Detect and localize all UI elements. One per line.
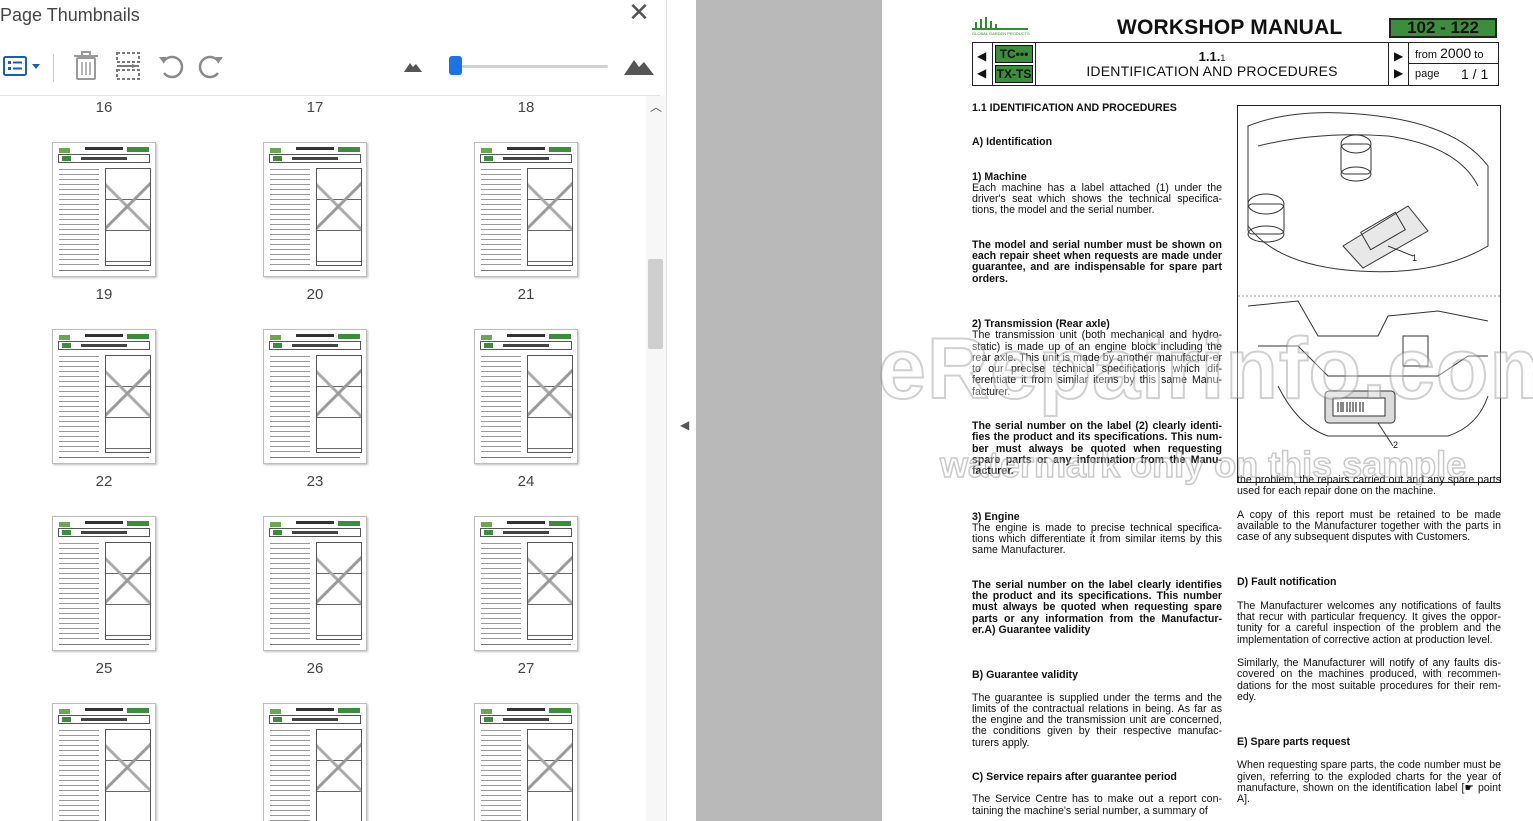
page-number-label: 22 [95, 473, 113, 490]
zoom-out-thumbnails-button[interactable] [400, 46, 426, 86]
spare-parts-text: When requesting spare parts, the code nu… [1237, 759, 1501, 806]
page-thumbnail[interactable] [263, 142, 367, 277]
close-panel-button[interactable]: ✕ [628, 0, 650, 25]
arrow-left-icon: ◀ [977, 66, 987, 80]
left-arrows: ◀ ◀ [973, 43, 993, 85]
page-number-label: 20 [306, 286, 324, 303]
scroll-up-icon[interactable]: ︿ [649, 100, 663, 114]
chapter-heading: 1.1 IDENTIFICATION AND PROCEDURES [972, 102, 1177, 114]
transmission-note: The serial number on the label (2) clear… [972, 420, 1222, 478]
model-tag-tx: TX-TS [995, 65, 1033, 83]
page-thumbnail[interactable] [52, 703, 156, 821]
delete-pages-button[interactable] [70, 46, 102, 86]
spare-parts-heading: E) Spare parts request [1237, 736, 1351, 749]
page-thumbnail[interactable] [263, 516, 367, 651]
page-indicator: page 1 / 1 [1415, 66, 1489, 82]
manual-title: WORKSHOP MANUAL [1117, 16, 1343, 39]
arrow-right-icon: ▶ [1394, 66, 1404, 80]
guarantee-heading: B) Guarantee validity [972, 669, 1078, 682]
insert-pages-icon [116, 52, 140, 80]
pdf-viewer: Page Thumbnails ✕ 16 17 18 19 20 21 22 2… [0, 0, 1533, 821]
right-arrows: ▶ ▶ [1389, 43, 1409, 85]
thumbnail-size-slider[interactable] [452, 65, 608, 68]
logo-text: GLOBAL GARDEN PRODUCTS [972, 31, 1030, 36]
collapse-panel-icon[interactable]: ◀ [680, 418, 689, 432]
identification-figure: 1 2 [1237, 105, 1501, 483]
fault-notification-text: The Manufacturer welcomes any notificati… [1237, 599, 1501, 646]
page-number-label: 27 [517, 660, 535, 677]
insert-pages-button[interactable] [112, 46, 144, 86]
page-thumbnail[interactable] [52, 329, 156, 464]
left-text-column: 1.1 IDENTIFICATION AND PROCEDURES A) Ide… [972, 102, 1222, 817]
thumbnail-list[interactable]: 16 17 18 19 20 21 22 23 24 25 26 27 [0, 96, 646, 821]
figure-label-2: 2 [1393, 440, 1398, 450]
page-thumbnail[interactable] [263, 329, 367, 464]
arrow-left-icon: ◀ [977, 49, 987, 63]
report-continued-text: the problem, the repairs carried out and… [1237, 474, 1501, 498]
rotate-counterclockwise-button[interactable] [154, 46, 186, 86]
page-number-label: 19 [95, 286, 113, 303]
page-thumbnail[interactable] [474, 142, 578, 277]
page-number-label: 18 [517, 99, 535, 116]
rotate-left-icon [159, 55, 184, 79]
report-copy-text: A copy of this report must be retained t… [1237, 508, 1501, 544]
guarantee-text: The guarantee is supplied under the term… [972, 691, 1222, 749]
toolbar-separator [53, 54, 54, 82]
fault-notification-heading: D) Fault notification [1237, 576, 1337, 589]
page-thumbnail[interactable] [474, 703, 578, 821]
transmission-text: The transmission unit (both mechanical a… [972, 329, 1222, 398]
panel-title: Page Thumbnails [0, 5, 140, 25]
page-number-label: 24 [517, 473, 535, 490]
document-canvas-background [696, 0, 882, 821]
identification-heading: A) Identification [972, 136, 1053, 149]
engine-text: The engine is made to precise technical … [972, 521, 1222, 557]
page-number-label: 21 [517, 286, 535, 303]
large-mountain-icon [624, 60, 654, 75]
right-text-column: the problem, the repairs carried out and… [1237, 474, 1501, 806]
model-range-badge: 102 - 122 [1389, 18, 1497, 38]
scrollbar-thumb[interactable] [648, 259, 663, 349]
model-tag-tc: TC••• [995, 45, 1033, 63]
thumbnail-options-icon [3, 56, 40, 76]
figure-label-1: 1 [1412, 253, 1417, 263]
section-name: IDENTIFICATION AND PROCEDURES [1086, 63, 1338, 79]
page-number-label: 25 [95, 660, 113, 677]
section-header-box: ◀ ◀ TC••• TX-TS 1.1.1 IDENTIFICATION AND… [972, 42, 1499, 86]
machine-text: Each machine has a label attached (1) un… [972, 181, 1222, 217]
page-thumbnail[interactable] [474, 516, 578, 651]
zoom-in-thumbnails-button[interactable] [622, 46, 656, 86]
page-number-label: 23 [306, 473, 324, 490]
page-number-label: 16 [95, 99, 113, 116]
document-page: GLOBAL GARDEN PRODUCTS WORKSHOP MANUAL 1… [882, 0, 1533, 821]
page-thumbnail[interactable] [52, 516, 156, 651]
engine-note: The serial number on the label clearly i… [972, 578, 1222, 636]
fault-notification-text-2: Similarly, the Manufacturer will notify … [1237, 656, 1501, 703]
machine-note: The model and serial number must be show… [972, 238, 1222, 285]
section-title-cell: 1.1.1 IDENTIFICATION AND PROCEDURES [1035, 43, 1389, 85]
service-repairs-text: The Service Centre has to make out a rep… [972, 793, 1222, 817]
company-logo: GLOBAL GARDEN PRODUCTS [972, 17, 1030, 36]
slider-handle[interactable] [449, 56, 463, 75]
panel-splitter[interactable]: ◀ [666, 0, 696, 821]
page-number-label: 17 [306, 99, 324, 116]
page-thumbnail[interactable] [263, 703, 367, 821]
small-mountain-icon [404, 63, 422, 72]
service-repairs-heading: C) Service repairs after guarantee perio… [972, 770, 1177, 783]
thumbnails-panel: Page Thumbnails ✕ 16 17 18 19 20 21 22 2… [0, 0, 666, 821]
trash-icon [74, 51, 98, 80]
thumbnail-options-button[interactable] [0, 46, 44, 86]
rotate-clockwise-button[interactable] [196, 46, 228, 86]
page-number-label: 26 [306, 660, 324, 677]
thumbnail-scrollbar[interactable]: ︿ [646, 96, 666, 821]
arrow-right-icon: ▶ [1394, 49, 1404, 63]
page-thumbnail[interactable] [474, 329, 578, 464]
thumbnails-toolbar [0, 46, 666, 88]
page-thumbnail[interactable] [52, 142, 156, 277]
seat-and-axle-drawing: 1 2 [1238, 112, 1500, 450]
rotate-right-icon [198, 55, 223, 79]
validity-from: from 2000 to [1409, 43, 1499, 64]
section-number: 1.1.1 [1198, 49, 1226, 64]
model-tags: TC••• TX-TS [995, 45, 1033, 83]
